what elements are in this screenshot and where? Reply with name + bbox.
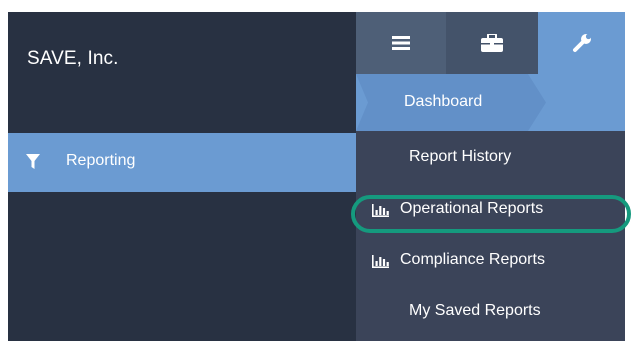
- menu-item-report-history[interactable]: Report History: [356, 135, 625, 181]
- menu-item-label: My Saved Reports: [409, 302, 541, 319]
- highlight-annotation: [351, 195, 631, 233]
- menu-item-compliance-reports[interactable]: Compliance Reports: [356, 238, 625, 284]
- filter-icon: [26, 154, 40, 169]
- left-panel: SAVE, Inc. Reporting: [8, 12, 356, 341]
- reports-menu: Report History Operational Reports Compl…: [356, 131, 625, 341]
- briefcase-icon: [481, 34, 503, 52]
- brand-name: SAVE, Inc.: [27, 48, 119, 69]
- menu-item-label: Report History: [409, 148, 512, 165]
- briefcase-button[interactable]: [446, 12, 538, 74]
- menu-item-label: Compliance Reports: [400, 251, 545, 268]
- sidebar-item-label: Reporting: [66, 152, 136, 169]
- menu-button[interactable]: [356, 12, 446, 74]
- app-frame: SAVE, Inc. Reporting Dashboard Report Hi…: [8, 12, 631, 341]
- breadcrumb-label: Dashboard: [404, 93, 483, 110]
- breadcrumb-dashboard[interactable]: Dashboard: [356, 74, 546, 131]
- top-toolbar: [356, 12, 625, 74]
- breadcrumb-bar: Dashboard: [356, 74, 625, 131]
- menu-item-my-saved-reports[interactable]: My Saved Reports: [356, 289, 625, 335]
- hamburger-menu-icon: [392, 36, 410, 50]
- settings-button[interactable]: [538, 12, 625, 74]
- sidebar-item-reporting[interactable]: Reporting: [8, 133, 356, 192]
- bar-chart-icon: [372, 255, 389, 268]
- wrench-icon: [572, 33, 591, 52]
